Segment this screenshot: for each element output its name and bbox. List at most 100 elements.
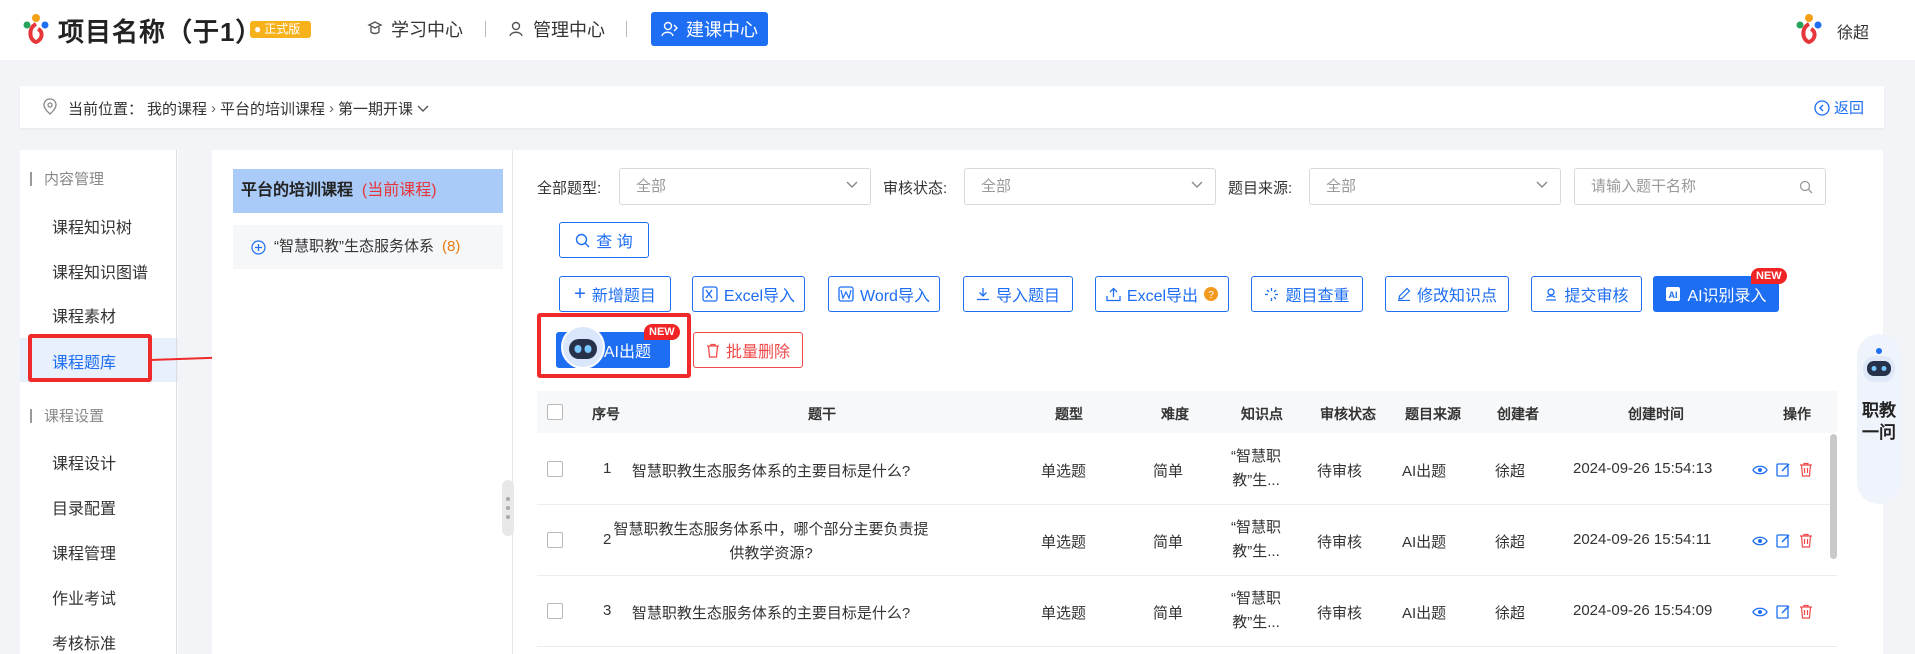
cell-audit: 待审核 xyxy=(1317,463,1363,480)
col-ops: 操作 xyxy=(1783,406,1811,422)
nav-learning-center[interactable]: 学习中心 xyxy=(356,12,473,46)
cell-knowledge-point: “智慧职 教”生... xyxy=(1231,519,1281,560)
delete-icon[interactable] xyxy=(1799,533,1813,548)
cell-time: 2024-09-26 15:54:11 xyxy=(1573,531,1712,548)
course-item-active[interactable]: 平台的培训课程 (当前课程) xyxy=(233,169,503,213)
chevron-down-icon[interactable] xyxy=(417,105,429,113)
cell-knowledge-point: “智慧职 教”生... xyxy=(1231,590,1281,631)
ai-icon: AI xyxy=(1666,287,1681,301)
table-scrollbar[interactable] xyxy=(1830,434,1837,559)
delete-icon[interactable] xyxy=(1799,604,1813,619)
cell-source: AI出题 xyxy=(1402,605,1447,622)
cell-type: 单选题 xyxy=(1041,534,1087,551)
course-item-sub[interactable]: “智慧职教”生态服务体系 (8) xyxy=(233,225,503,269)
chevron-down-icon xyxy=(1536,181,1548,188)
row-checkbox[interactable] xyxy=(547,603,563,619)
cell-stem[interactable]: 智慧职教生态服务体系的主要目标是什么? xyxy=(606,460,936,481)
col-knowledge-point: 知识点 xyxy=(1241,406,1283,422)
sidebar-item-assessment[interactable]: 考核标准 xyxy=(52,630,116,654)
cell-time: 2024-09-26 15:54:09 xyxy=(1573,602,1713,619)
download-icon xyxy=(976,288,989,301)
view-icon[interactable] xyxy=(1752,606,1768,618)
sidebar-item-homework-exam[interactable]: 作业考试 xyxy=(52,585,116,609)
plus-circle-icon[interactable] xyxy=(251,239,266,255)
sidebar-item-course-manage[interactable]: 课程管理 xyxy=(52,540,116,564)
submit-review-button[interactable]: 提交审核 xyxy=(1531,276,1642,312)
word-import-button[interactable]: Word导入 xyxy=(828,276,940,312)
management-icon xyxy=(509,21,523,37)
batch-delete-button[interactable]: 批量删除 xyxy=(693,332,803,368)
resize-handle[interactable] xyxy=(502,480,514,536)
breadcrumb-course[interactable]: 平台的培训课程 xyxy=(220,98,325,119)
brand-logo-icon xyxy=(23,14,49,45)
edit-icon[interactable] xyxy=(1776,462,1791,477)
cell-source: AI出题 xyxy=(1402,463,1447,480)
sidebar-group-settings: 课程设置 xyxy=(30,405,104,426)
course-build-icon xyxy=(661,21,678,37)
cell-level: 简单 xyxy=(1153,463,1184,480)
sidebar-item-catalog-config[interactable]: 目录配置 xyxy=(52,495,116,519)
delete-icon[interactable] xyxy=(1799,462,1813,477)
user-avatar[interactable] xyxy=(1792,12,1826,46)
audit-filter-select[interactable]: 全部 xyxy=(964,168,1216,205)
breadcrumb: 当前位置： 我的课程 › 平台的培训课程 › 第一期开课 返回 xyxy=(20,86,1884,128)
table-row: 1 智慧职教生态服务体系的主要目标是什么? 单选题 简单 “智慧职 教”生... 待审核 AI… xyxy=(537,434,1837,505)
col-level: 难度 xyxy=(1161,406,1189,422)
import-questions-button[interactable]: 导入题目 xyxy=(963,276,1073,312)
help-icon[interactable]: ? xyxy=(1204,287,1219,301)
chevron-right-icon: › xyxy=(211,100,217,117)
highlight-box-question-bank xyxy=(28,334,152,382)
svg-text:?: ? xyxy=(1208,290,1214,301)
sidebar-item-materials[interactable]: 课程素材 xyxy=(52,303,116,327)
view-icon[interactable] xyxy=(1752,464,1768,476)
view-icon[interactable] xyxy=(1752,535,1768,547)
svg-text:AI: AI xyxy=(1669,290,1678,300)
nav-management-center[interactable]: 管理中心 xyxy=(498,12,615,46)
table-row: 3 智慧职教生态服务体系的主要目标是什么? 单选题 简单 “智慧职 教”生... 待审核 AI… xyxy=(537,576,1837,647)
search-icon[interactable] xyxy=(1799,180,1813,194)
search-input[interactable]: 请输入题干名称 xyxy=(1574,168,1826,205)
assistant-widget[interactable]: 职教一问 xyxy=(1857,334,1901,504)
breadcrumb-my-courses[interactable]: 我的课程 xyxy=(147,98,207,119)
table-row: 2 智慧职教生态服务体系中，哪个部分主要负责提 供教学资源? 单选题 简单 “智慧职 教”生… xyxy=(537,505,1837,576)
query-button[interactable]: 查 询 xyxy=(559,222,649,258)
plus-icon: + xyxy=(574,283,586,305)
source-filter-select[interactable]: 全部 xyxy=(1309,168,1561,205)
duplicate-check-button[interactable]: 题目查重 xyxy=(1251,276,1363,312)
edit-knowledge-point-button[interactable]: 修改知识点 xyxy=(1385,276,1509,312)
sparkle-icon xyxy=(1265,287,1279,301)
cell-stem[interactable]: 智慧职教生态服务体系中，哪个部分主要负责提 供教学资源? xyxy=(606,518,936,566)
top-bar: 项目名称（于1） ● 正式版 学习中心 管理中心 建课中心 徐超 xyxy=(0,0,1915,60)
col-type: 题型 xyxy=(1055,406,1083,422)
add-question-button[interactable]: + 新增题目 xyxy=(559,276,671,312)
select-all-checkbox[interactable] xyxy=(547,404,563,420)
breadcrumb-session[interactable]: 第一期开课 xyxy=(338,98,413,119)
learning-icon xyxy=(367,21,383,35)
cell-level: 简单 xyxy=(1153,605,1184,622)
row-checkbox[interactable] xyxy=(547,532,563,548)
location-pin-icon xyxy=(43,98,57,115)
type-filter-select[interactable]: 全部 xyxy=(619,168,871,205)
cell-level: 简单 xyxy=(1153,534,1184,551)
chevron-right-icon: › xyxy=(329,100,335,117)
edit-icon xyxy=(1397,287,1411,301)
trash-icon xyxy=(706,343,719,358)
back-button[interactable]: 返回 xyxy=(1814,97,1864,118)
row-checkbox[interactable] xyxy=(547,461,563,477)
user-name[interactable]: 徐超 xyxy=(1837,19,1869,43)
cell-creator: 徐超 xyxy=(1495,534,1526,551)
cell-knowledge-point: “智慧职 教”生... xyxy=(1231,448,1281,489)
version-badge: ● 正式版 xyxy=(250,21,311,38)
sidebar-item-course-design[interactable]: 课程设计 xyxy=(52,450,116,474)
edit-icon[interactable] xyxy=(1776,533,1791,548)
sidebar-item-knowledge-graph[interactable]: 课程知识图谱 xyxy=(52,259,148,283)
sidebar-item-knowledge-tree[interactable]: 课程知识树 xyxy=(52,214,132,238)
search-icon xyxy=(576,233,590,247)
upload-icon xyxy=(1106,287,1121,301)
excel-import-button[interactable]: Excel导入 xyxy=(692,276,805,312)
cell-stem[interactable]: 智慧职教生态服务体系的主要目标是什么? xyxy=(606,602,936,623)
nav-course-building-center[interactable]: 建课中心 xyxy=(651,12,768,46)
breadcrumb-label: 当前位置： xyxy=(68,101,144,118)
edit-icon[interactable] xyxy=(1776,604,1791,619)
excel-export-button[interactable]: Excel导出? xyxy=(1095,276,1229,312)
